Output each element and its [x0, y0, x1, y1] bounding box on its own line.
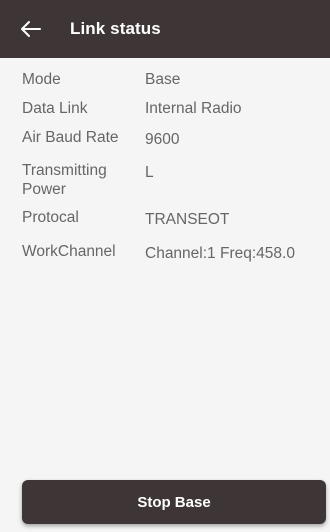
field-value: Base — [145, 71, 181, 88]
field-label: Mode — [22, 71, 61, 88]
field-label: WorkChannel — [22, 243, 116, 260]
field-label: Data Link — [22, 100, 88, 117]
link-status-panel: Mode Base Data Link Internal Radio Air B… — [0, 58, 330, 532]
field-value: 9600 — [145, 131, 180, 148]
field-label: Protocal — [22, 209, 79, 226]
field-value: TRANSEOT — [145, 211, 230, 228]
field-value: Internal Radio — [145, 100, 242, 117]
field-value: Channel:1 Freq:458.0 — [145, 245, 295, 262]
field-label: Air Baud Rate — [22, 129, 119, 146]
back-arrow-icon[interactable] — [20, 20, 42, 38]
app-bar: Link status — [0, 0, 330, 58]
field-value: L — [145, 164, 154, 181]
field-label: Transmitting Power — [22, 162, 107, 198]
stop-base-button[interactable]: Stop Base — [22, 480, 326, 524]
page-title: Link status — [70, 19, 161, 38]
